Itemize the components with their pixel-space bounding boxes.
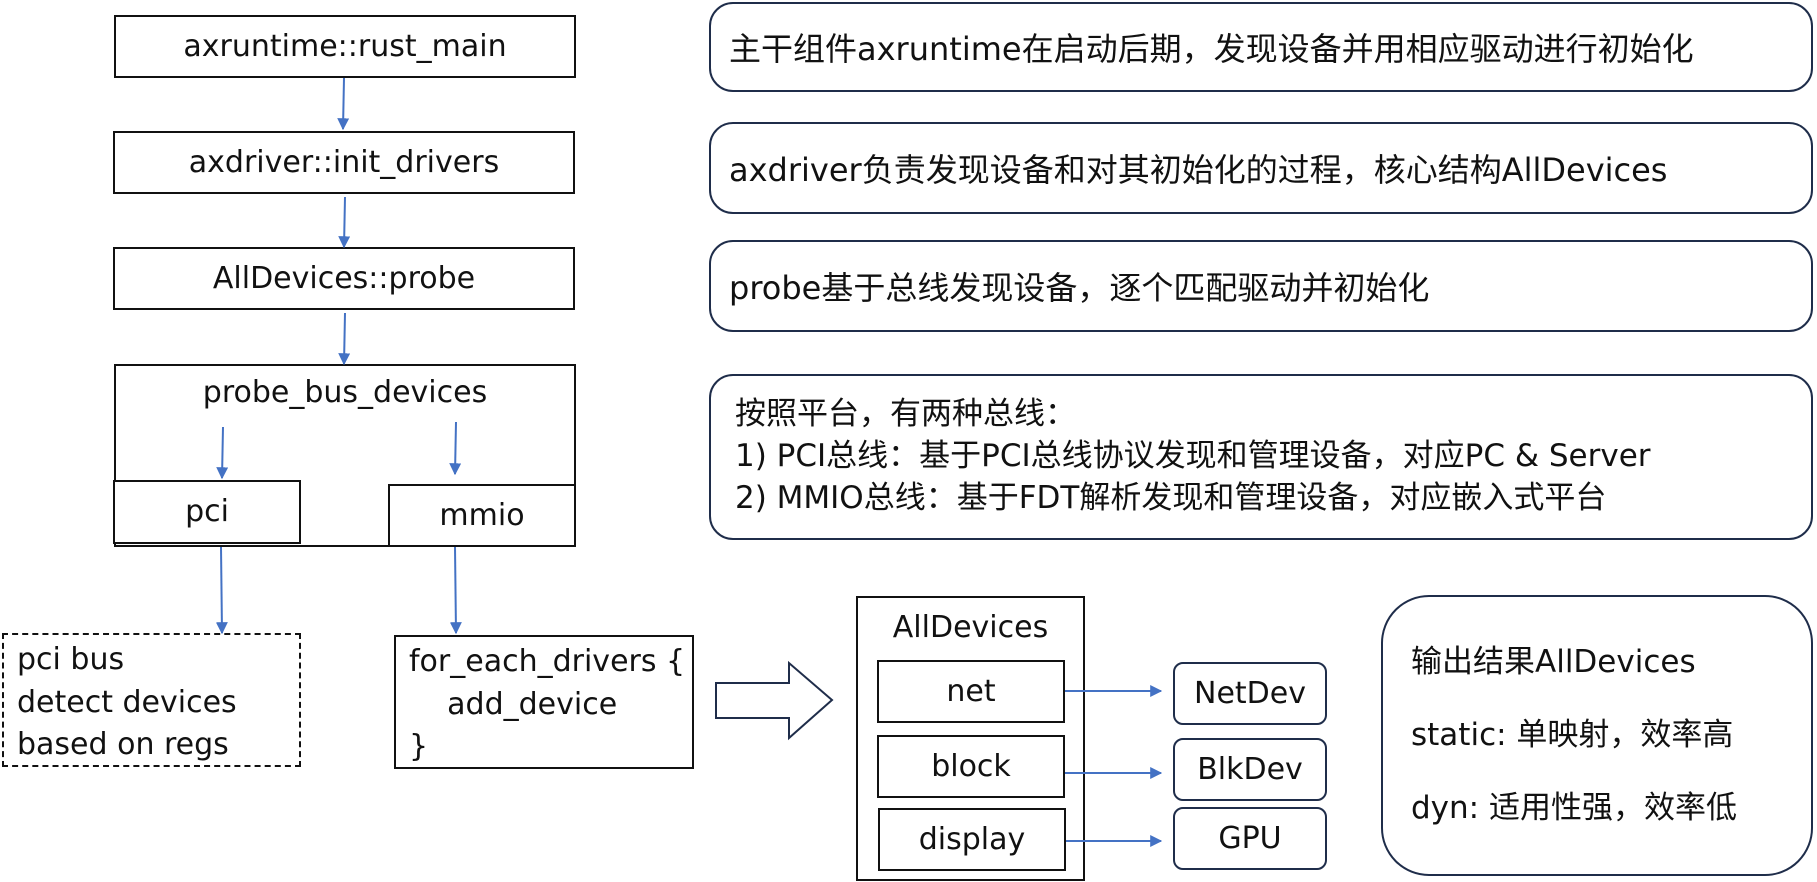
big-arrow-to-alldevices [715,660,834,741]
arrow-init-to-probe [338,196,351,249]
architecture-diagram: axruntime::rust_main axdriver::init_driv… [0,0,1817,882]
connector-layer [215,77,1163,847]
arrow-pci-to-bus [215,546,228,635]
arrow-bus-to-mmio [449,421,462,476]
arrow-bus-to-pci [216,426,229,480]
arrow-mmio-to-foreach [449,546,462,635]
arrow-main-to-init [337,77,350,131]
arrow-probe-to-bus [338,312,351,366]
